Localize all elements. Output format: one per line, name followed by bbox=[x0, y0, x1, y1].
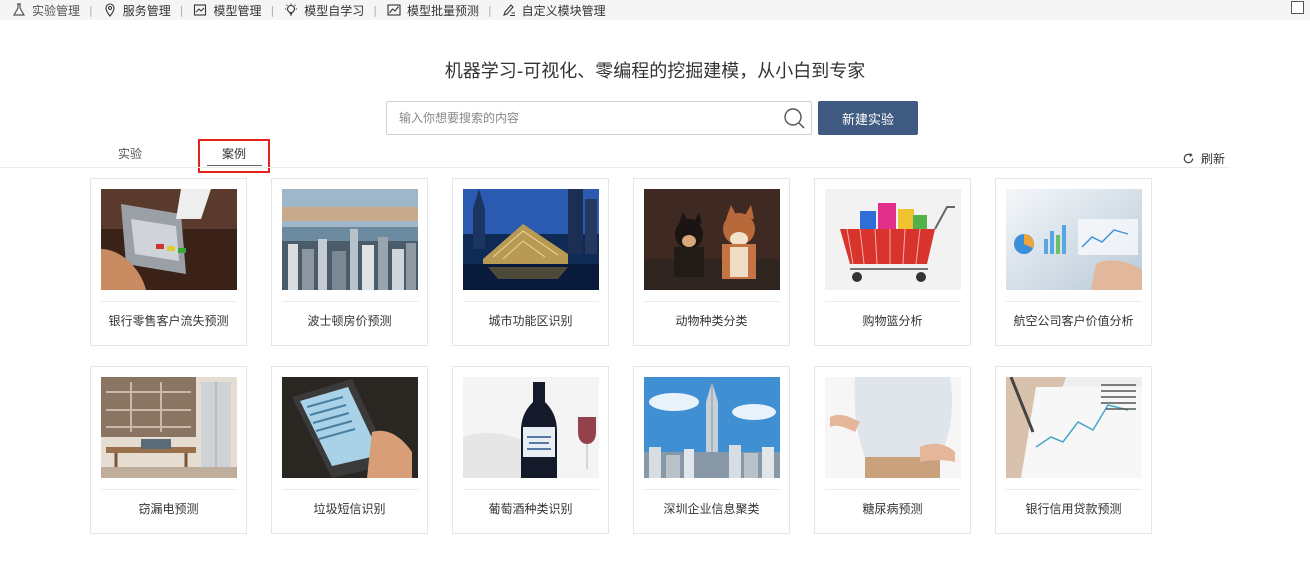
case-title: 银行零售客户流失预测 bbox=[108, 314, 229, 328]
case-title: 波士顿房价预测 bbox=[307, 314, 392, 328]
lightbulb-icon bbox=[283, 2, 299, 18]
case-title: 动物种类分类 bbox=[675, 314, 748, 328]
nav-separator: | bbox=[270, 3, 275, 17]
refresh-label: 刷新 bbox=[1201, 152, 1226, 166]
night-architecture-photo bbox=[463, 189, 599, 290]
model-chart-icon bbox=[192, 2, 208, 18]
card-payment-terminal-photo bbox=[101, 189, 237, 290]
case-card[interactable]: 垃圾短信识别 bbox=[271, 366, 428, 534]
nav-separator: | bbox=[373, 3, 377, 17]
page-slogan: 机器学习-可视化、零编程的挖掘建模，从小白到专家 bbox=[444, 61, 866, 82]
nav-batch-prediction[interactable]: 模型批量预测 bbox=[386, 0, 479, 20]
location-pin-icon bbox=[102, 2, 118, 18]
card-divider bbox=[463, 301, 599, 302]
tab-cases[interactable]: 案例 bbox=[222, 145, 246, 162]
top-toolbar: 实验管理 | 服务管理 | 模型管理 | 模型自学习 | 模型批量预测 | 自定… bbox=[0, 0, 1310, 20]
case-card[interactable]: 银行信用贷款预测 bbox=[995, 366, 1152, 534]
case-card[interactable]: 糖尿病预测 bbox=[814, 366, 971, 534]
tab-experiment[interactable]: 实验 bbox=[118, 145, 142, 162]
case-title: 航空公司客户价值分析 bbox=[1013, 314, 1134, 328]
nav-label: 实验管理 bbox=[32, 3, 81, 18]
pen-edit-icon bbox=[501, 2, 517, 18]
case-card[interactable]: 深圳企业信息聚类 bbox=[633, 366, 790, 534]
nav-label: 模型批量预测 bbox=[406, 3, 479, 18]
card-divider bbox=[644, 489, 780, 490]
new-experiment-button[interactable]: 新建实验 bbox=[818, 101, 918, 135]
search-icon[interactable] bbox=[783, 107, 805, 129]
case-card[interactable]: 窃漏电预测 bbox=[90, 366, 247, 534]
case-title: 购物篮分析 bbox=[862, 314, 923, 328]
case-title: 葡萄酒种类识别 bbox=[488, 502, 573, 516]
person-belly-photo bbox=[825, 377, 961, 478]
card-divider bbox=[825, 489, 961, 490]
card-divider bbox=[644, 301, 780, 302]
case-grid: 银行零售客户流失预测 波士顿房价预测 城市功能区识别 动物种类分类 购物篮分析 … bbox=[90, 178, 1152, 534]
search-input[interactable] bbox=[387, 102, 777, 134]
active-tab-underline bbox=[207, 165, 262, 166]
case-card[interactable]: 动物种类分类 bbox=[633, 178, 790, 346]
financial-newspaper-photo bbox=[1006, 377, 1142, 478]
wine-bottle-photo bbox=[463, 377, 599, 478]
case-card[interactable]: 航空公司客户价值分析 bbox=[995, 178, 1152, 346]
refresh-icon bbox=[1183, 153, 1194, 164]
nav-custom-module-management[interactable]: 自定义模块管理 bbox=[501, 0, 606, 20]
nav-label: 服务管理 bbox=[122, 3, 171, 18]
case-card[interactable]: 葡萄酒种类识别 bbox=[452, 366, 609, 534]
card-divider bbox=[282, 301, 418, 302]
tabs-divider bbox=[0, 167, 1230, 168]
case-card[interactable]: 城市功能区识别 bbox=[452, 178, 609, 346]
card-divider bbox=[282, 489, 418, 490]
card-divider bbox=[825, 301, 961, 302]
line-chart-icon bbox=[386, 2, 402, 18]
nav-separator: | bbox=[487, 3, 492, 17]
card-divider bbox=[1006, 301, 1142, 302]
case-title: 糖尿病预测 bbox=[862, 502, 923, 516]
card-divider bbox=[101, 489, 237, 490]
shiba-dogs-photo bbox=[644, 189, 780, 290]
nav-label: 自定义模块管理 bbox=[521, 3, 606, 18]
case-title: 深圳企业信息聚类 bbox=[663, 502, 760, 516]
nav-service-management[interactable]: 服务管理 bbox=[102, 0, 171, 20]
window-toggle-checkbox[interactable] bbox=[1291, 1, 1304, 14]
case-title: 窃漏电预测 bbox=[138, 502, 199, 516]
nav-separator: | bbox=[89, 3, 93, 17]
case-card[interactable]: 购物篮分析 bbox=[814, 178, 971, 346]
nav-label: 模型管理 bbox=[213, 3, 262, 18]
shopping-cart-photo bbox=[825, 189, 961, 290]
nav-separator: | bbox=[179, 3, 184, 17]
nav-label: 模型自学习 bbox=[304, 3, 365, 18]
card-divider bbox=[1006, 489, 1142, 490]
card-divider bbox=[463, 489, 599, 490]
case-title: 城市功能区识别 bbox=[488, 314, 573, 328]
case-card[interactable]: 波士顿房价预测 bbox=[271, 178, 428, 346]
case-title: 垃圾短信识别 bbox=[313, 502, 386, 516]
card-divider bbox=[101, 301, 237, 302]
refresh-button[interactable]: 刷新 bbox=[1182, 150, 1225, 167]
shenzhen-skyscraper-photo bbox=[644, 377, 780, 478]
data-charts-photo bbox=[1006, 189, 1142, 290]
kitchen-interior-photo bbox=[101, 377, 237, 478]
case-card[interactable]: 银行零售客户流失预测 bbox=[90, 178, 247, 346]
nav-experiment-management[interactable]: 实验管理 bbox=[11, 0, 80, 20]
search-box bbox=[386, 101, 812, 135]
nav-model-self-learning[interactable]: 模型自学习 bbox=[283, 0, 364, 20]
phone-sms-photo bbox=[282, 377, 418, 478]
flask-icon bbox=[11, 2, 27, 18]
city-skyline-photo bbox=[282, 189, 418, 290]
nav-model-management[interactable]: 模型管理 bbox=[192, 0, 261, 20]
case-title: 银行信用贷款预测 bbox=[1025, 502, 1122, 516]
